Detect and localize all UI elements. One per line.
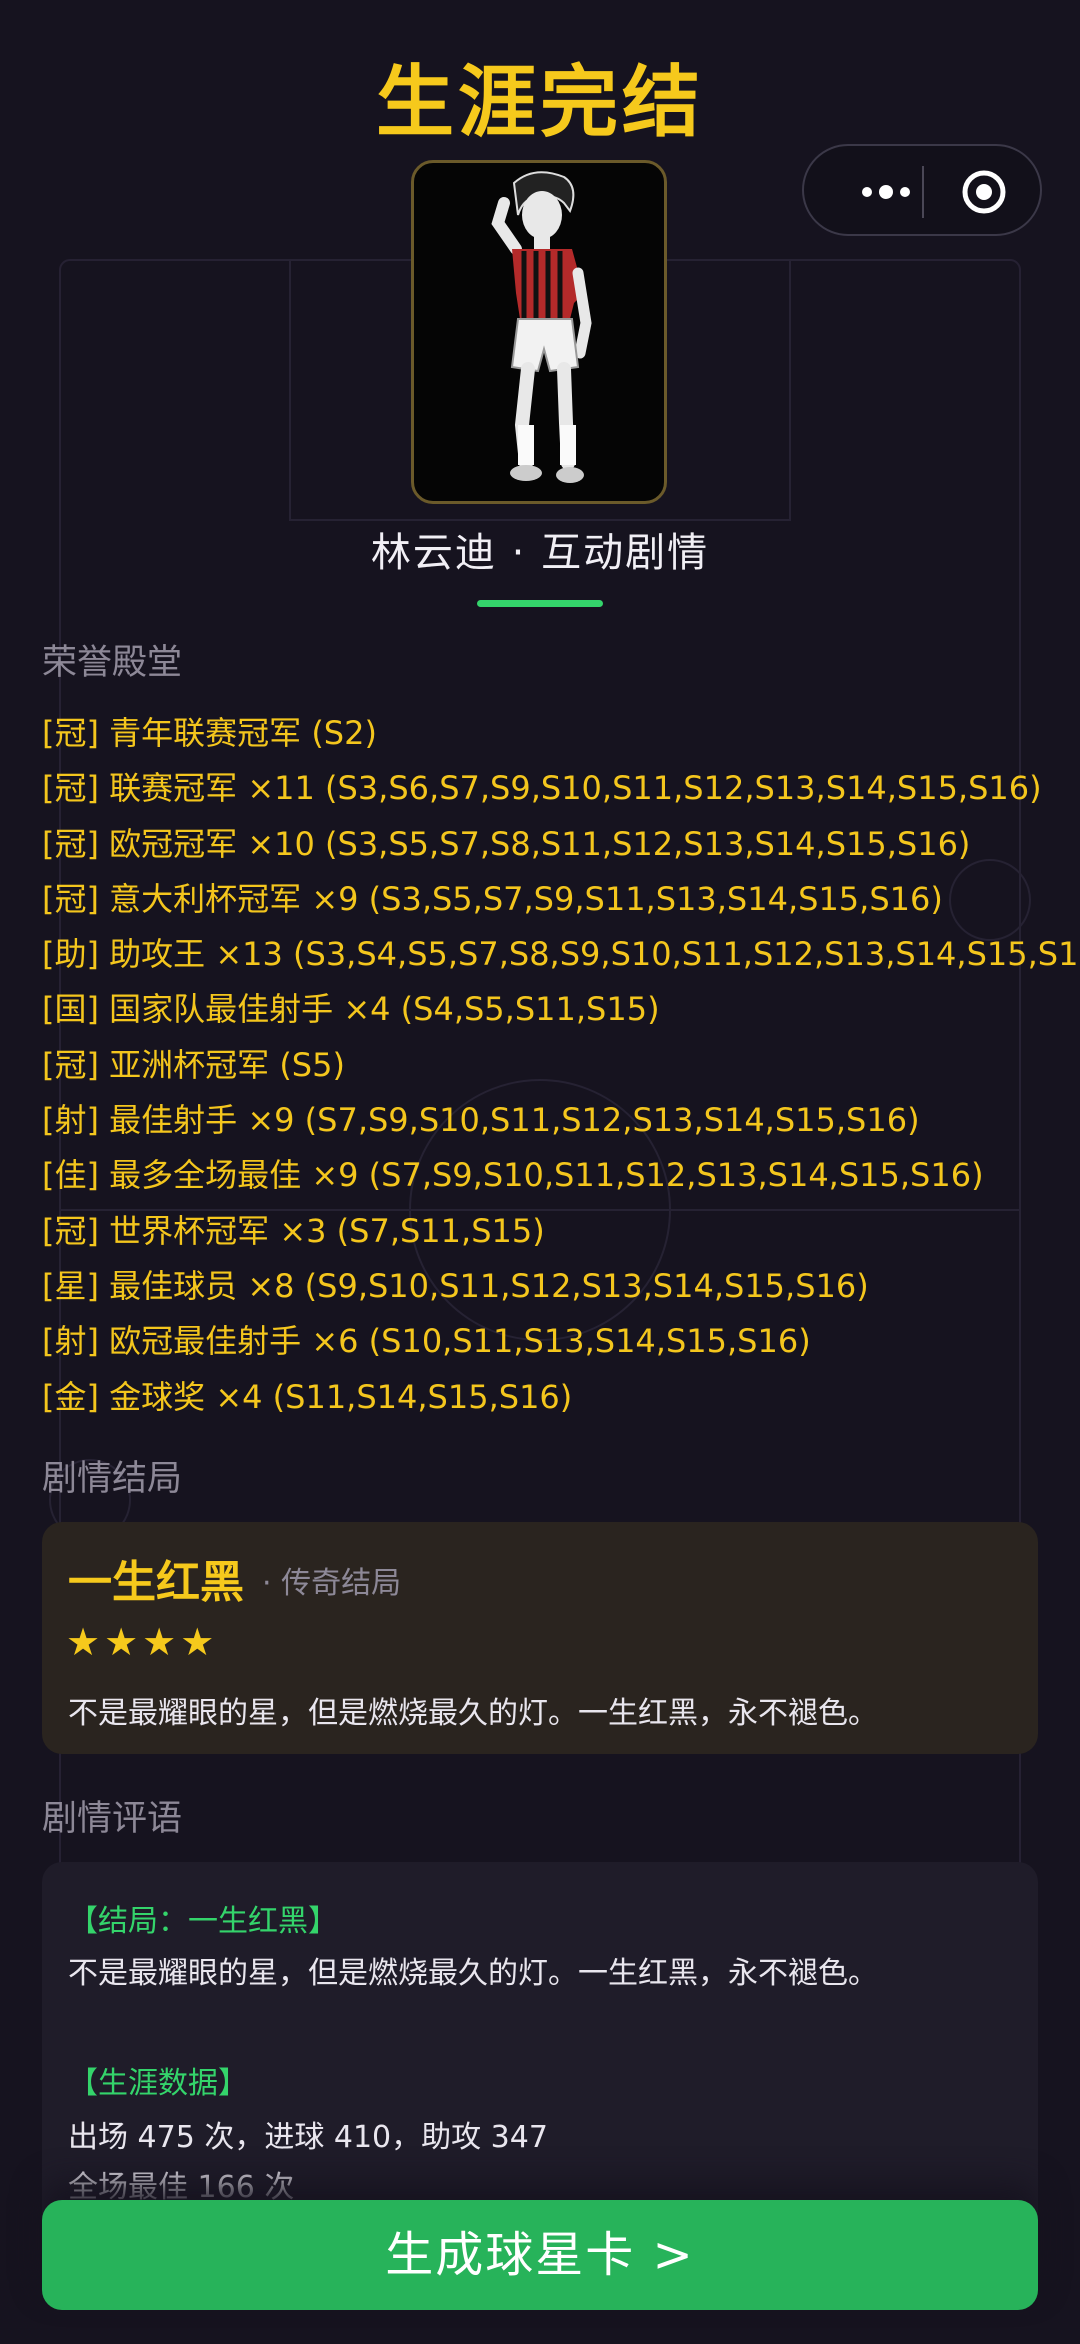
more-icon[interactable]	[846, 170, 926, 214]
capsule-divider	[922, 166, 924, 218]
honor-item: [冠] 青年联赛冠军 (S2)	[42, 714, 377, 752]
rating-stars-icon: ★★★★	[66, 1620, 219, 1664]
honors-list: [冠] 青年联赛冠军 (S2) [冠] 联赛冠军 ×11 (S3,S6,S7,S…	[42, 706, 1080, 1425]
honor-item: [射] 欧冠最佳射手 ×6 (S10,S11,S13,S14,S15,S16)	[42, 1322, 811, 1361]
comment-label: 剧情评语	[42, 1799, 183, 1839]
player-illustration	[491, 171, 592, 483]
generate-star-card-button[interactable]: 生成球星卡 >	[42, 2200, 1038, 2310]
ending-name: 一生红黑	[68, 1557, 244, 1608]
honor-item: [星] 最佳球员 ×8 (S9,S10,S11,S12,S13,S14,S15,…	[42, 1266, 869, 1305]
miniprogram-capsule	[802, 144, 1042, 236]
ending-label: 剧情结局	[42, 1459, 183, 1499]
honor-item: [助] 助攻王 ×13 (S3,S4,S5,S7,S8,S9,S10,S11,S…	[42, 935, 1080, 974]
comment-ending-heading: 【结局：一生红黑】	[68, 1904, 338, 1939]
honors-label: 荣誉殿堂	[42, 643, 183, 683]
player-subtitle: 林云迪 · 互动剧情	[370, 530, 710, 576]
ending-tag: · 传奇结局	[262, 1566, 402, 1601]
career-data-heading: 【生涯数据】	[68, 2066, 248, 2101]
honor-item: [冠] 欧冠冠军 ×10 (S3,S5,S7,S8,S11,S12,S13,S1…	[42, 824, 971, 863]
close-target-icon[interactable]	[960, 168, 1008, 216]
honor-item: [冠] 世界杯冠军 ×3 (S7,S11,S15)	[42, 1211, 545, 1250]
honor-item: [冠] 联赛冠军 ×11 (S3,S6,S7,S9,S10,S11,S12,S1…	[42, 769, 1042, 808]
honor-item: [国] 国家队最佳射手 ×4 (S4,S5,S11,S15)	[42, 990, 660, 1029]
honor-item: [冠] 亚洲杯冠军 (S5)	[42, 1045, 345, 1084]
honor-item: [金] 金球奖 ×4 (S11,S14,S15,S16)	[42, 1377, 573, 1416]
ending-description: 不是最耀眼的星，但是燃烧最久的灯。一生红黑，永不褪色。	[68, 1696, 878, 1731]
career-data-line: 出场 475 次，进球 410，助攻 347	[68, 2120, 548, 2155]
honor-item: [射] 最佳射手 ×9 (S7,S9,S10,S11,S12,S13,S14,S…	[42, 1101, 920, 1140]
page-title: 生涯完结	[375, 58, 704, 148]
subtitle-underline	[477, 600, 603, 607]
player-portrait	[411, 160, 667, 504]
honor-item: [冠] 意大利杯冠军 ×9 (S3,S5,S7,S9,S11,S13,S14,S…	[42, 879, 943, 918]
comment-ending-text: 不是最耀眼的星，但是燃烧最久的灯。一生红黑，永不褪色。	[68, 1956, 878, 1991]
honor-item: [佳] 最多全场最佳 ×9 (S7,S9,S10,S11,S12,S13,S14…	[42, 1156, 984, 1195]
ending-card: 一生红黑 · 传奇结局 ★★★★ 不是最耀眼的星，但是燃烧最久的灯。一生红黑，永…	[42, 1522, 1038, 1754]
